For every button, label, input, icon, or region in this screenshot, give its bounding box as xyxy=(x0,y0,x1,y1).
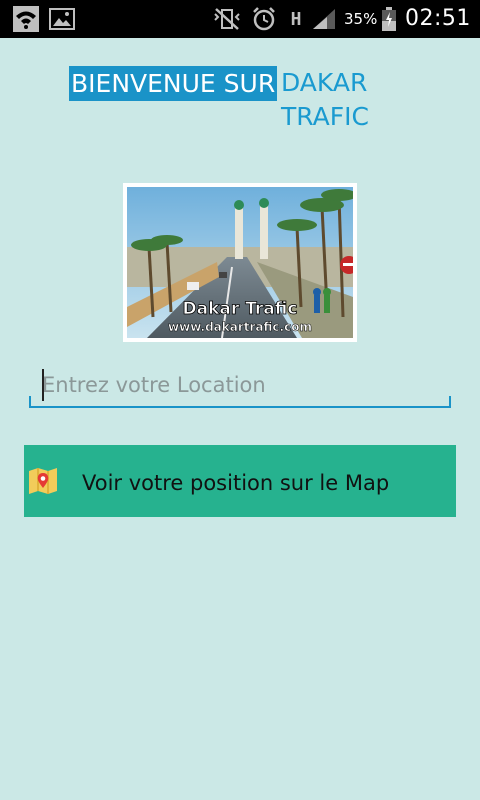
clock: 02:51 xyxy=(405,6,471,31)
no-vibrate-icon xyxy=(212,0,242,38)
wifi-icon xyxy=(12,0,40,38)
network-type-label: H xyxy=(290,8,302,30)
logo-url: www.dakartrafic.com xyxy=(168,320,312,334)
text-cursor xyxy=(42,369,44,401)
logo-image: Dakar Trafic www.dakartrafic.com xyxy=(127,187,353,338)
view-map-button-label: Voir votre position sur le Map xyxy=(82,471,390,495)
alarm-icon xyxy=(250,0,278,38)
logo-title: Dakar Trafic xyxy=(183,299,298,319)
location-input[interactable] xyxy=(30,364,450,408)
status-bar: H 35% 02:51 xyxy=(0,0,480,38)
input-underline-right-tick xyxy=(449,396,451,408)
view-map-button[interactable]: Voir votre position sur le Map xyxy=(24,445,456,517)
welcome-text: BIENVENUE SUR xyxy=(69,66,278,101)
dakar-trafic-logo: Dakar Trafic www.dakartrafic.com xyxy=(123,183,357,342)
gallery-icon xyxy=(48,0,76,38)
app-name: DAKAR TRAFIC xyxy=(281,68,369,131)
input-underline-left-tick xyxy=(29,396,31,408)
battery-icon xyxy=(380,0,398,38)
battery-percent: 35% xyxy=(344,10,378,28)
map-pin-icon xyxy=(28,467,58,498)
signal-icon xyxy=(310,0,338,38)
hspa-icon: H xyxy=(286,0,306,38)
